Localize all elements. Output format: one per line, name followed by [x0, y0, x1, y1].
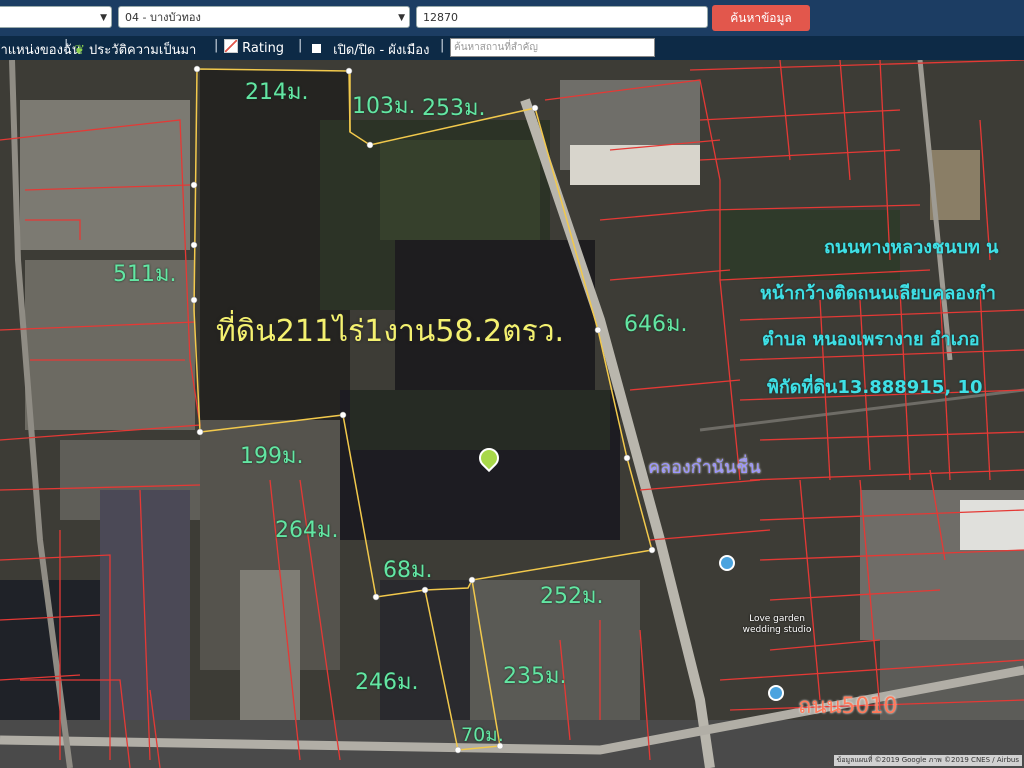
menu-divider: | — [298, 38, 303, 53]
chart-icon — [224, 39, 238, 53]
info-road-line: ถนนทางหลวงชนบท น — [824, 237, 999, 258]
postcode-input[interactable]: 12870 — [416, 6, 708, 28]
menu-bar: ตำแหน่งของฉัน | ❦ ประวัติความเป็นมา | Ra… — [0, 36, 1024, 60]
menu-item-rating-label: Rating — [242, 41, 285, 56]
distance-label: 235ม. — [503, 664, 567, 689]
distance-label: 511ม. — [113, 262, 177, 287]
place-search-input[interactable]: ค้นหาสถานที่สำคัญ — [450, 38, 655, 57]
map-attribution: ข้อมูลแผนที่ ©2019 Google ภาพ ©2019 CNES… — [833, 755, 1022, 766]
poi-marker-icon[interactable] — [768, 685, 784, 701]
info-frontage-line: หน้ากว้างติดถนนเลียบคลองกำ — [760, 283, 996, 304]
poi-marker-icon[interactable] — [719, 555, 735, 571]
distance-label: 214ม. — [245, 80, 309, 105]
menu-item-history[interactable]: ❦ ประวัติความเป็นมา — [74, 39, 196, 60]
distance-label: 252ม. — [540, 584, 604, 609]
distance-label: 199ม. — [240, 444, 304, 469]
distance-label: 646ม. — [624, 312, 688, 337]
menu-item-rating[interactable]: Rating — [224, 39, 284, 56]
checkbox-icon[interactable] — [312, 44, 321, 53]
menu-divider: | — [214, 38, 219, 53]
distance-label: 246ม. — [355, 670, 419, 695]
info-coordinates-line: พิกัดที่ดิน13.888915, 10 — [767, 377, 983, 398]
chevron-down-icon: ▼ — [398, 13, 405, 23]
search-button[interactable]: ค้นหาข้อมูล — [712, 5, 810, 31]
top-toolbar: ▼ 04 - บางบัวทอง ▼ 12870 ค้นหาข้อมูล — [0, 0, 1024, 36]
menu-item-city-plan-label: เปิด/ปิด - ผังเมือง — [333, 43, 430, 58]
district-select-value: 04 - บางบัวทอง — [125, 11, 201, 24]
menu-item-city-plan-toggle[interactable]: เปิด/ปิด - ผังเมือง — [312, 39, 429, 60]
chevron-down-icon: ▼ — [100, 13, 107, 23]
canal-label: คลองกำนันชื่น — [648, 457, 761, 478]
province-select[interactable]: ▼ — [0, 6, 112, 28]
menu-divider: | — [64, 38, 69, 53]
postcode-input-value: 12870 — [423, 11, 458, 24]
distance-label: 103ม. — [352, 94, 416, 119]
sprout-icon: ❦ — [74, 43, 85, 58]
menu-item-my-location[interactable]: ตำแหน่งของฉัน — [0, 39, 81, 60]
distance-label: 264ม. — [275, 518, 339, 543]
poi-label: Love garden wedding studio — [742, 614, 812, 635]
distance-label: 70ม. — [461, 724, 504, 746]
distance-label: 253ม. — [422, 96, 486, 121]
road-label: ถนน5010 — [798, 694, 898, 719]
land-area-label: ที่ดิน211ไร่1งาน58.2ตรว. — [216, 314, 565, 349]
menu-item-history-label: ประวัติความเป็นมา — [89, 43, 197, 58]
district-select[interactable]: 04 - บางบัวทอง ▼ — [118, 6, 410, 28]
distance-label: 68ม. — [383, 558, 433, 583]
satellite-map[interactable]: 214ม. 103ม. 253ม. 511ม. 646ม. 199ม. 264ม… — [0, 60, 1024, 768]
info-location-line: ตำบล หนองเพรางาย อำเภอ — [762, 329, 980, 350]
menu-divider: | — [440, 38, 445, 53]
